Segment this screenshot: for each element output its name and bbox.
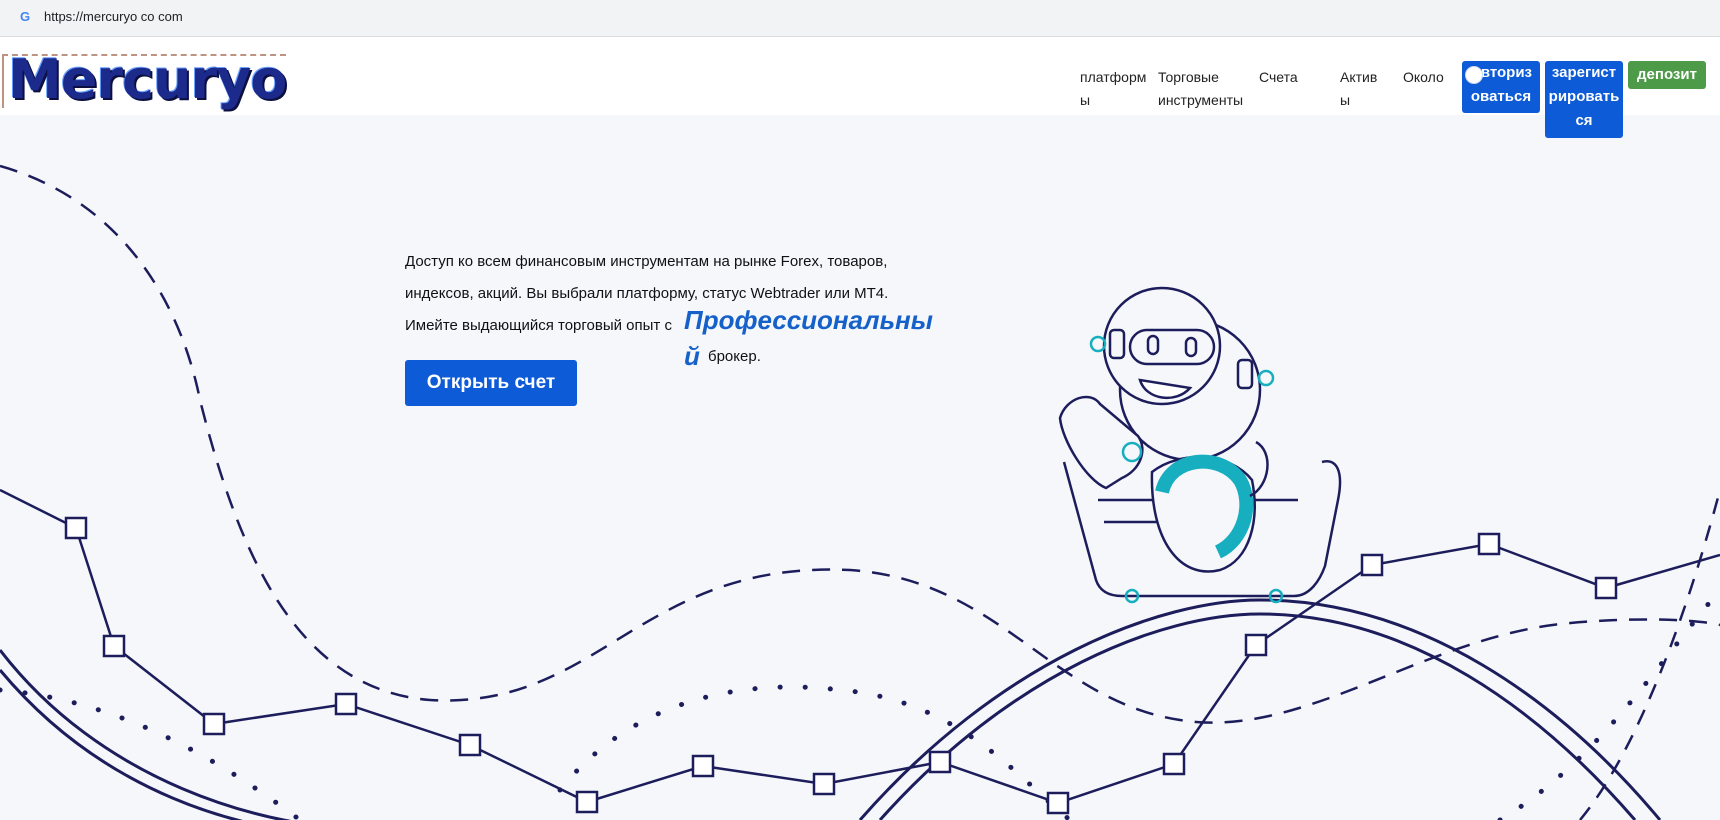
nav-trading-line1: Торговые (1158, 69, 1219, 85)
register-line2: рировать (1548, 88, 1620, 105)
nav-assets-line2: ы (1340, 92, 1351, 108)
hero-line-1: Доступ ко всем финансовым инструментам н… (405, 253, 888, 270)
chart-marker (1360, 553, 1384, 577)
dashed-curve-right (1579, 489, 1720, 820)
register-line3: ся (1575, 112, 1593, 129)
register-line1: зарегист (1551, 64, 1617, 81)
chart-marker (575, 790, 599, 814)
nav-about-line1: Около (1403, 69, 1444, 85)
nav-accounts-line1: Счета (1259, 69, 1298, 85)
nav-trading-instruments[interactable]: Торговые инструменты (1158, 66, 1243, 112)
chart-marker (334, 692, 358, 716)
hero-illustration (0, 164, 1720, 820)
chart-marker (102, 634, 126, 658)
dotted-curve (0, 687, 303, 820)
login-line2: оваться (1470, 88, 1532, 105)
chart-marker (1244, 633, 1268, 657)
chart-marker (202, 712, 226, 736)
dotted-curve-2 (557, 684, 1073, 820)
hero-after-text: брокер. (708, 348, 761, 365)
chart-marker (1594, 576, 1618, 600)
chart-marker (64, 516, 88, 540)
chart-marker (928, 750, 952, 774)
dotted-curve-3 (1497, 587, 1720, 820)
chart-marker (691, 754, 715, 778)
nav-assets-line1: Актив (1340, 69, 1378, 85)
chart-marker (458, 733, 482, 757)
open-account-button[interactable]: Открыть счет (405, 360, 577, 406)
nav-platforms-line2: ы (1080, 92, 1091, 108)
register-button[interactable]: зарегист рировать ся (1545, 61, 1623, 138)
nav-platforms-line1: платформ (1080, 69, 1147, 85)
chart-marker (1162, 752, 1186, 776)
robot-illustration (1058, 286, 1342, 604)
nav-accounts[interactable]: Счета (1259, 66, 1298, 89)
deposit-button[interactable]: депозит (1628, 61, 1706, 89)
user-icon (1465, 66, 1483, 84)
site-logo[interactable]: Mercuryo (8, 50, 287, 110)
nav-trading-line2: инструменты (1158, 92, 1244, 108)
chart-marker (1046, 791, 1070, 815)
nav-assets[interactable]: Актив ы (1340, 66, 1377, 112)
nav-about[interactable]: Около (1403, 66, 1444, 89)
chart-marker (1477, 532, 1501, 556)
nav-platforms[interactable]: платформ ы (1080, 66, 1146, 112)
hero-highlight-line1: Профессиональны (684, 305, 933, 335)
chart-marker (812, 772, 836, 796)
